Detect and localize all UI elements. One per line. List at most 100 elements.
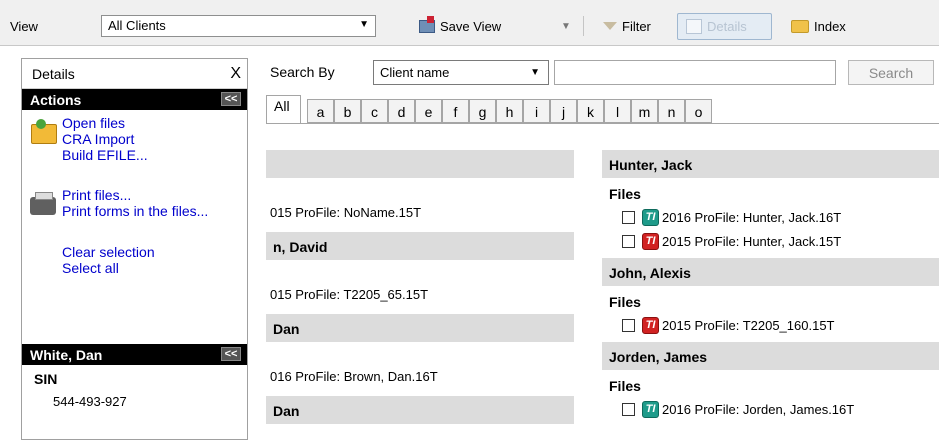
client-info: SIN 544-493-927 [22, 365, 247, 409]
file-name: 015 ProFile: T2205_65.15T [270, 286, 429, 302]
letter-tab-all[interactable]: All [266, 95, 301, 123]
save-view-label: Save View [440, 18, 502, 34]
sin-value: 544-493-927 [53, 394, 127, 409]
view-label: View [10, 19, 38, 34]
search-field-value: Client name [380, 65, 450, 80]
details-toggle-button[interactable]: Details [677, 13, 772, 40]
file-row[interactable]: 016 ProFile: Brown, Dan.16T [266, 366, 574, 386]
client-group-header[interactable]: Dan [266, 396, 574, 424]
file-row[interactable]: TI 2016 ProFile: Hunter, Jack.16T [602, 205, 939, 229]
open-files-link[interactable]: Open files [62, 115, 125, 131]
file-checkbox[interactable] [622, 318, 635, 332]
file-row[interactable]: TI 2015 ProFile: Hunter, Jack.15T [602, 229, 939, 253]
search-button[interactable]: Search [848, 60, 934, 85]
letter-tab-c[interactable]: c [361, 99, 388, 123]
file-checkbox[interactable] [622, 402, 635, 416]
folder-icon [791, 19, 809, 33]
details-label: Details [707, 19, 747, 34]
letter-tab-k[interactable]: k [577, 99, 604, 123]
client-group-header[interactable]: Hunter, Jack [602, 150, 939, 178]
letter-tab-d[interactable]: d [388, 99, 415, 123]
file-name: 015 ProFile: NoName.15T [270, 204, 422, 220]
file-row[interactable]: 015 ProFile: NoName.15T [266, 202, 574, 222]
file-row[interactable]: TI 2016 ProFile: Jorden, James.16T [602, 397, 939, 421]
letter-tab-h[interactable]: h [496, 99, 523, 123]
save-view-icon [419, 15, 435, 33]
letter-tab-m[interactable]: m [631, 99, 658, 123]
file-checkbox[interactable] [622, 234, 635, 248]
actions-list: Open files CRA Import Build EFILE... Pri… [22, 110, 247, 344]
file-row[interactable]: TI 2015 ProFile: T2205_160.15T [602, 313, 939, 337]
collapse-actions-button[interactable]: << [221, 92, 241, 106]
main-toolbar: View All Clients ▼ Save View ▼ Filter De… [0, 0, 939, 46]
profile-2015-icon: TI [642, 232, 659, 250]
client-name: White, Dan [30, 346, 103, 363]
collapse-client-button[interactable]: << [221, 347, 241, 361]
client-group-header[interactable]: n, David [266, 232, 574, 260]
details-panel-header: Details X [22, 59, 247, 89]
client-group-header[interactable] [266, 150, 574, 178]
client-group-header[interactable]: Jorden, James [602, 342, 939, 370]
client-list-right-column: Hunter, Jack Files TI 2016 ProFile: Hunt… [602, 150, 939, 421]
cra-import-link[interactable]: CRA Import [62, 131, 134, 147]
file-name: 2015 ProFile: Hunter, Jack.15T [662, 233, 842, 249]
client-list-left-column: 015 ProFile: NoName.15T n, David 015 Pro… [266, 150, 574, 424]
tabs-baseline [266, 123, 939, 124]
details-panel: Details X Actions << Open files CRA Impo… [21, 58, 248, 440]
funnel-icon [603, 22, 617, 30]
letter-tab-i[interactable]: i [523, 99, 550, 123]
profile-2016-icon: TI [642, 208, 659, 226]
print-files-link[interactable]: Print files... [62, 187, 131, 203]
profile-2015-icon: TI [642, 316, 659, 334]
client-section-header: White, Dan << [22, 344, 247, 365]
letter-tab-n[interactable]: n [658, 99, 685, 123]
file-checkbox[interactable] [622, 210, 635, 224]
client-group-header[interactable]: John, Alexis [602, 258, 939, 286]
file-name: 2015 ProFile: T2205_160.15T [662, 317, 835, 333]
close-icon[interactable]: X [230, 65, 241, 83]
search-bar: Search By Client name ▼ Search [259, 58, 939, 88]
print-forms-link[interactable]: Print forms in the files... [62, 203, 208, 219]
letter-tab-o[interactable]: o [685, 99, 712, 123]
letter-tab-e[interactable]: e [415, 99, 442, 123]
open-folder-icon [31, 119, 57, 144]
file-name: 016 ProFile: Brown, Dan.16T [270, 368, 438, 384]
actions-title: Actions [30, 91, 82, 108]
save-view-button[interactable]: Save View [415, 14, 505, 38]
files-label: Files [609, 294, 641, 310]
letter-tab-b[interactable]: b [334, 99, 361, 123]
letter-tab-a[interactable]: a [307, 99, 334, 123]
sin-label: SIN [34, 371, 58, 387]
view-select[interactable]: All Clients ▼ [101, 15, 376, 37]
profile-2016-icon: TI [642, 400, 659, 418]
toolbar-separator [583, 16, 584, 36]
view-select-value: All Clients [108, 18, 166, 33]
index-button[interactable]: Index [787, 14, 850, 38]
filter-button[interactable]: Filter [599, 14, 655, 38]
build-efile-link[interactable]: Build EFILE... [62, 147, 148, 163]
clear-selection-link[interactable]: Clear selection [62, 244, 155, 260]
file-name: 2016 ProFile: Hunter, Jack.16T [662, 209, 842, 225]
select-all-link[interactable]: Select all [62, 260, 119, 276]
letter-tab-g[interactable]: g [469, 99, 496, 123]
chevron-down-icon: ▼ [359, 19, 369, 30]
filter-label: Filter [622, 18, 651, 34]
save-view-dropdown[interactable]: ▼ [557, 14, 575, 38]
search-input[interactable] [554, 60, 836, 85]
letter-tab-f[interactable]: f [442, 99, 469, 123]
letter-tab-j[interactable]: j [550, 99, 577, 123]
letter-tab-l[interactable]: l [604, 99, 631, 123]
client-group-header[interactable]: Dan [266, 314, 574, 342]
files-label: Files [609, 378, 641, 394]
files-label: Files [609, 186, 641, 202]
file-row[interactable]: 015 ProFile: T2205_65.15T [266, 284, 574, 304]
printer-icon [30, 192, 56, 215]
search-by-label: Search By [270, 64, 335, 80]
chevron-down-icon: ▼ [530, 67, 540, 78]
chevron-down-icon: ▼ [561, 20, 571, 32]
search-field-select[interactable]: Client name ▼ [373, 60, 549, 85]
